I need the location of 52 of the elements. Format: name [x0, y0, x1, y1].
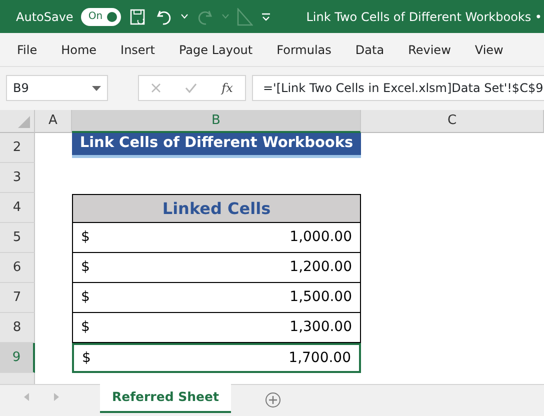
scroll-right-icon[interactable]	[54, 393, 60, 401]
table-cell[interactable]: $ 1,700.00	[72, 343, 361, 373]
ribbon-tab[interactable]: Home	[52, 40, 106, 58]
cancel-icon[interactable]	[151, 83, 162, 93]
column-header[interactable]: B	[72, 110, 361, 133]
row-header[interactable]: 7	[0, 283, 35, 313]
sheet-tab[interactable]: Referred Sheet	[100, 384, 231, 413]
caret-icon[interactable]	[92, 86, 101, 90]
ribbon-tab[interactable]: Insert	[112, 40, 164, 58]
cell-reference: B9	[13, 80, 29, 97]
window-title: Link Two Cells of Different Workbooks •	[306, 8, 542, 26]
row-header[interactable]: 2	[0, 133, 35, 163]
insert-function-button[interactable]: fx	[222, 79, 233, 97]
autosave-label: AutoSave	[16, 8, 74, 26]
title-cell: Link Cells of Different Workbooks	[72, 133, 361, 158]
row-header[interactable]: 4	[0, 193, 35, 223]
dropdown-icon[interactable]	[261, 12, 272, 20]
ribbon-tab[interactable]: View	[466, 40, 512, 58]
currency-symbol: $	[81, 318, 90, 337]
formula-field[interactable]: ='[Link Two Cells in Excel.xlsm]Data Set'!$C$9	[252, 75, 544, 101]
save-icon[interactable]	[129, 8, 148, 26]
ribbon-tab[interactable]: Formulas	[268, 40, 340, 58]
amount: 1,200.00	[290, 258, 352, 277]
table-cell[interactable]: $ 1,500.00	[72, 283, 361, 313]
scroll-left-icon[interactable]	[24, 393, 30, 401]
amount: 1,500.00	[290, 288, 352, 307]
currency-symbol: $	[81, 228, 90, 247]
ribbon-tab[interactable]: File	[8, 40, 46, 58]
add-sheet-icon[interactable]	[264, 392, 281, 408]
table-cell[interactable]: $ 1,200.00	[72, 253, 361, 283]
table-cell[interactable]: $ 1,000.00	[72, 223, 361, 253]
row-header[interactable]: 8	[0, 313, 35, 343]
name-box[interactable]: B9	[6, 75, 108, 101]
column-header[interactable]: C	[361, 110, 544, 133]
currency-symbol: $	[81, 258, 90, 277]
autosave-toggle[interactable]: On	[81, 8, 122, 26]
check-icon[interactable]	[185, 83, 198, 93]
currency-symbol: $	[81, 288, 90, 307]
amount: 1,000.00	[290, 228, 352, 247]
row-header[interactable]: 6	[0, 253, 35, 283]
ribbon-tab[interactable]: Data	[346, 40, 394, 58]
row-header[interactable]: 5	[0, 223, 35, 253]
row-header[interactable]: 9	[0, 343, 35, 373]
select-all-icon[interactable]	[18, 116, 30, 128]
amount: 1,300.00	[290, 318, 352, 337]
table-cell[interactable]: $ 1,300.00	[72, 313, 361, 343]
amount: 1,700.00	[288, 348, 351, 368]
row-header[interactable]: 3	[0, 163, 35, 193]
ribbon-tab[interactable]: Review	[399, 40, 460, 58]
currency-symbol: $	[82, 348, 91, 368]
ribbon-tab[interactable]: Page Layout	[170, 40, 262, 58]
table-header: Linked Cells	[72, 194, 361, 223]
